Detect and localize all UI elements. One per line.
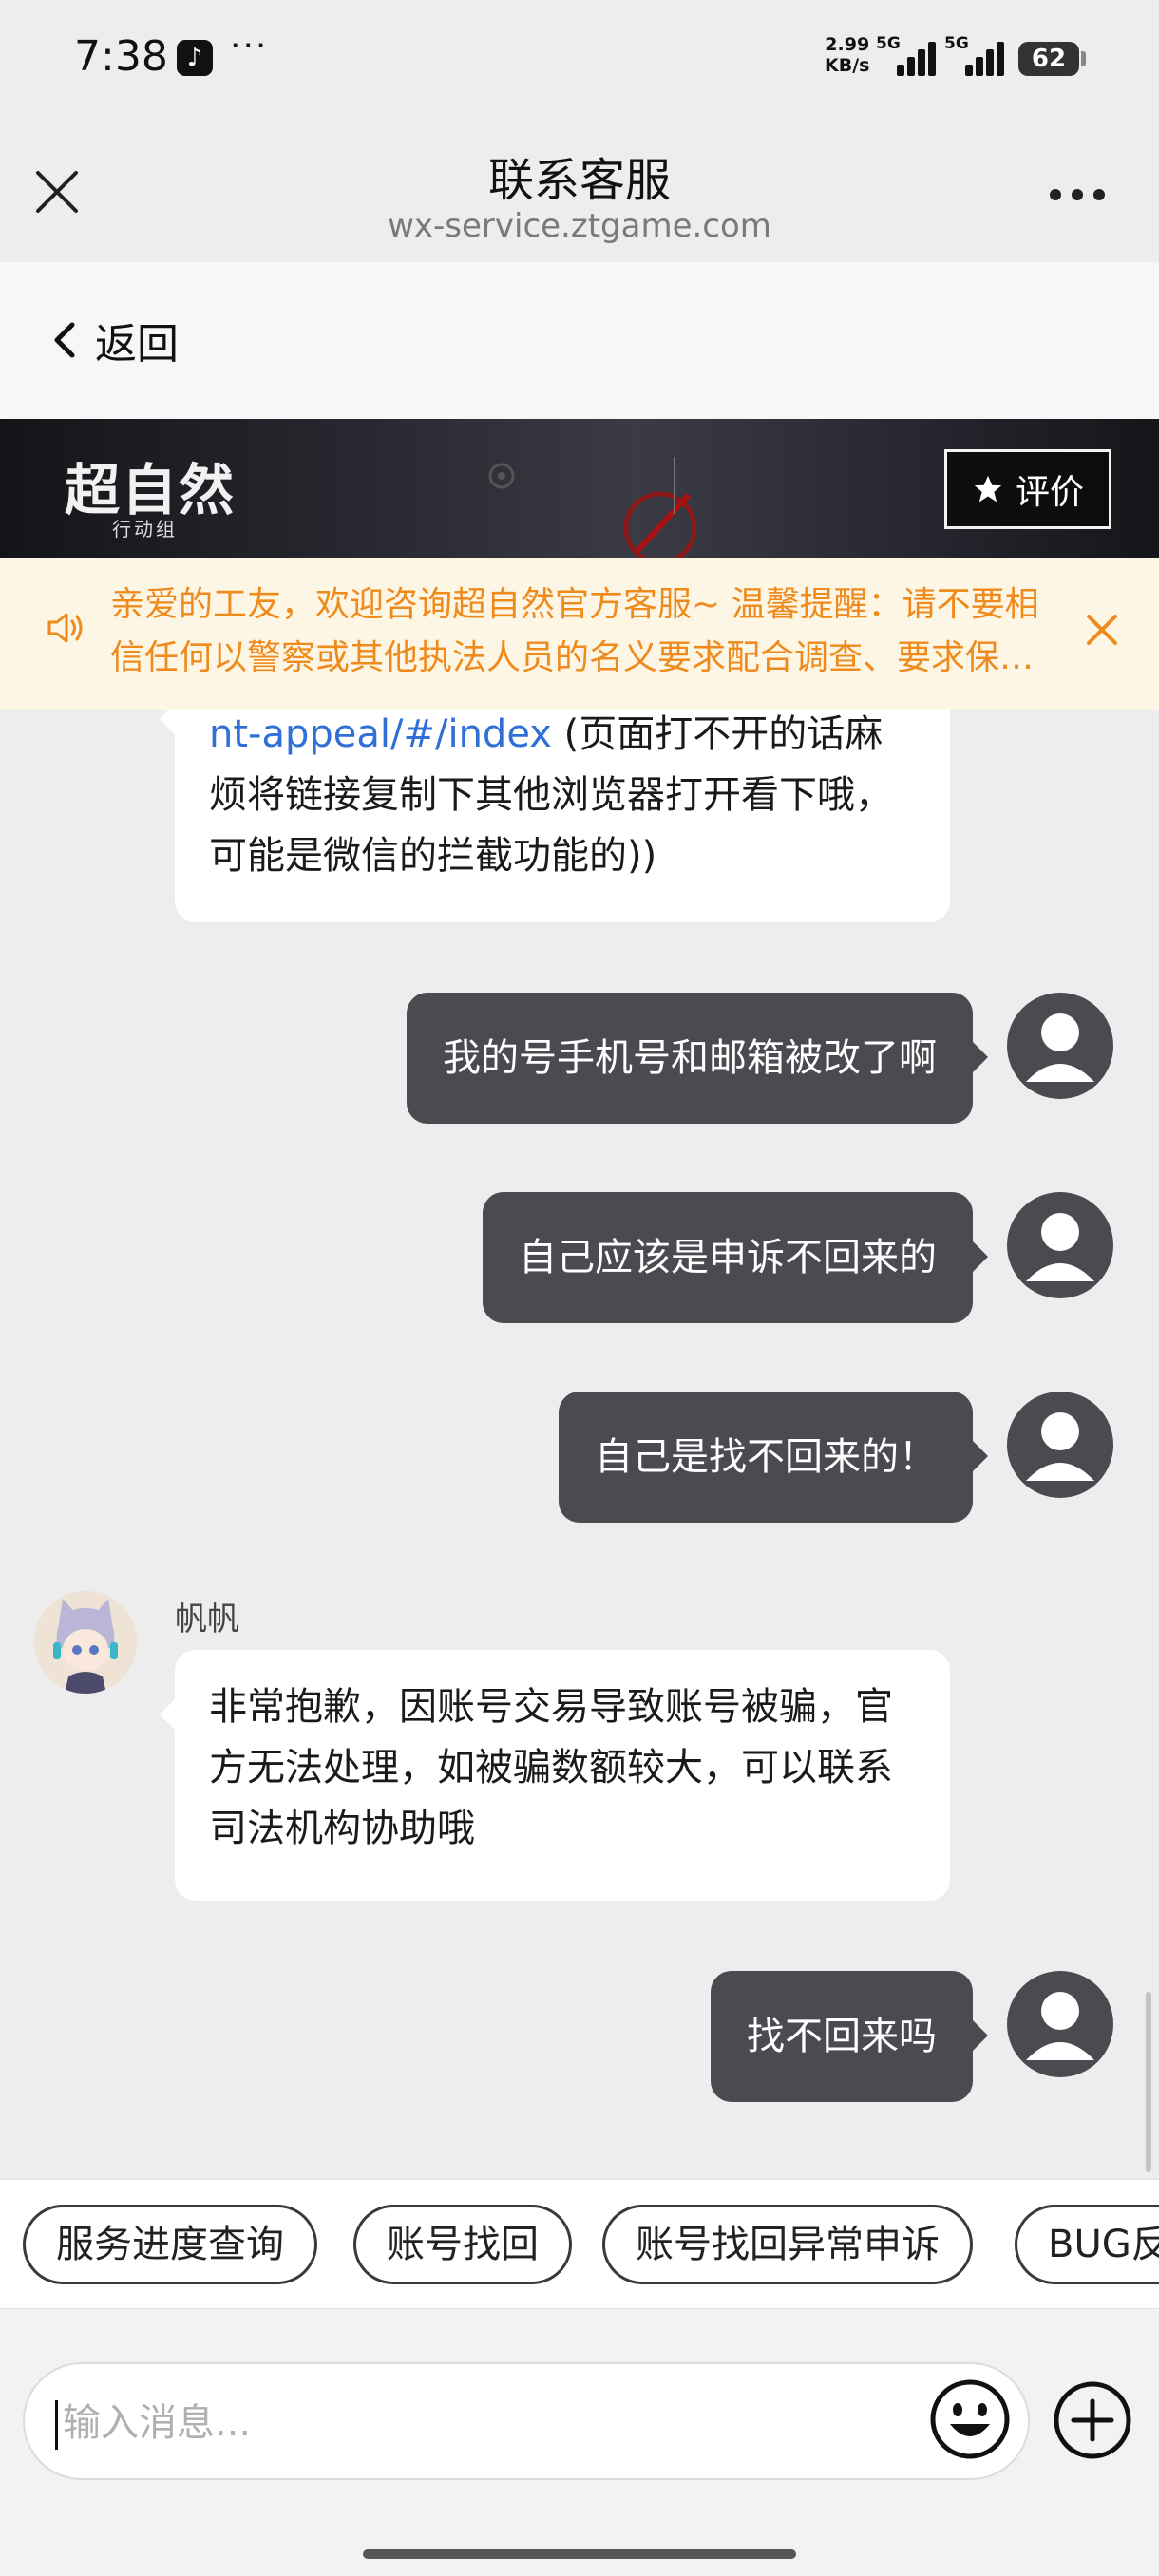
chat-scrollbar[interactable] bbox=[1146, 1992, 1151, 2172]
status-bar: 7:38 ♪ ··· 2.99 KB/s 5G 5G 62 bbox=[0, 0, 1159, 114]
signal-label: 5G bbox=[944, 34, 969, 53]
message-text: 我的号手机号和邮箱被改了啊 bbox=[443, 1036, 937, 1080]
nav-bar: 联系客服 wx-service.ztgame.com bbox=[0, 114, 1159, 262]
tiktok-icon: ♪ bbox=[177, 40, 213, 76]
battery-icon: 62 bbox=[1018, 42, 1079, 76]
quick-reply-service-progress[interactable]: 服务进度查询 bbox=[23, 2205, 317, 2284]
message-text: 非常抱歉，因账号交易导致账号被骗，官方无法处理，如被骗数额较大，可以联系司法机构… bbox=[209, 1685, 893, 1850]
battery-level: 62 bbox=[1031, 45, 1067, 73]
status-more-icon: ··· bbox=[230, 27, 269, 66]
signal-label: 5G bbox=[876, 34, 901, 53]
outgoing-message: 自己是找不回来的！ bbox=[559, 1392, 988, 1523]
incoming-message: 非常抱歉，因账号交易导致账号被骗，官方无法处理，如被骗数额较大，可以联系司法机构… bbox=[160, 1650, 950, 1901]
chat-area[interactable]: nt-appeal/#/index (页面打不开的话麻烦将链接复制下其他浏览器打… bbox=[0, 710, 1159, 2179]
user-avatar bbox=[1007, 993, 1113, 1099]
quick-reply-account-recovery[interactable]: 账号找回 bbox=[353, 2205, 572, 2284]
more-options-icon[interactable] bbox=[1049, 188, 1106, 201]
quick-reply-recovery-appeal[interactable]: 账号找回异常申诉 bbox=[602, 2205, 973, 2284]
emoji-icon[interactable] bbox=[929, 2378, 1011, 2460]
page-title: 联系客服 bbox=[487, 154, 671, 207]
signal-icon-sim1: 5G bbox=[876, 34, 936, 78]
game-banner: 超自然 行动组 评价 bbox=[0, 419, 1159, 558]
text-caret bbox=[55, 2400, 58, 2450]
home-indicator[interactable] bbox=[363, 2549, 796, 2559]
user-avatar bbox=[1007, 1192, 1113, 1298]
message-input-box[interactable] bbox=[23, 2362, 1030, 2480]
agent-name: 帆帆 bbox=[175, 1601, 239, 1638]
message-input[interactable] bbox=[63, 2393, 899, 2453]
star-icon bbox=[974, 475, 1002, 502]
user-avatar-icon bbox=[1026, 1412, 1094, 1481]
back-button[interactable]: 返回 bbox=[51, 312, 179, 369]
banner-seal-icon bbox=[623, 457, 697, 558]
appeal-link[interactable]: nt-appeal/#/index bbox=[209, 712, 552, 756]
user-avatar bbox=[1007, 1971, 1113, 2077]
quick-reply-bar: 服务进度查询 账号找回 账号找回异常申诉 BUG反 bbox=[0, 2179, 1159, 2308]
agent-avatar-icon bbox=[34, 1591, 137, 1694]
network-speed-value: 2.99 bbox=[825, 34, 870, 55]
network-speed-unit: KB/s bbox=[825, 55, 870, 76]
speaker-icon bbox=[48, 613, 83, 643]
quick-reply-bug-report[interactable]: BUG反 bbox=[1015, 2205, 1159, 2284]
outgoing-message: 我的号手机号和邮箱被改了啊 bbox=[407, 993, 988, 1124]
notice-text: 亲爱的工友，欢迎咨询超自然官方客服~ 温馨提醒：请不要相信任何以警察或其他执法人… bbox=[110, 585, 1039, 677]
back-bar: 返回 bbox=[0, 262, 1159, 419]
page-url: wx-service.ztgame.com bbox=[388, 207, 771, 245]
outgoing-message: 找不回来吗 bbox=[711, 1971, 988, 2102]
status-time: 7:38 bbox=[74, 32, 168, 81]
game-logo-subtitle: 行动组 bbox=[112, 518, 178, 540]
outgoing-message: 自己应该是申诉不回来的 bbox=[483, 1192, 988, 1323]
back-label: 返回 bbox=[95, 320, 179, 369]
user-avatar-icon bbox=[1026, 1013, 1094, 1082]
battery-tip bbox=[1081, 51, 1086, 66]
rate-button[interactable]: 评价 bbox=[944, 449, 1112, 529]
home-indicator-area bbox=[0, 2498, 1159, 2576]
incoming-message: nt-appeal/#/index (页面打不开的话麻烦将链接复制下其他浏览器打… bbox=[160, 710, 950, 922]
network-speed: 2.99 KB/s bbox=[825, 34, 869, 76]
signal-icon-sim2: 5G bbox=[944, 34, 1004, 78]
chevron-left-icon bbox=[54, 322, 75, 358]
rate-label: 评价 bbox=[1015, 473, 1084, 512]
plus-icon[interactable] bbox=[1053, 2380, 1132, 2460]
notice-bar: 亲爱的工友，欢迎咨询超自然官方客服~ 温馨提醒：请不要相信任何以警察或其他执法人… bbox=[0, 558, 1159, 710]
agent-avatar bbox=[34, 1591, 137, 1694]
banner-decor-icon bbox=[488, 463, 515, 489]
message-text: 找不回来吗 bbox=[747, 2015, 937, 2058]
user-avatar-icon bbox=[1026, 1213, 1094, 1281]
message-text: 自己是找不回来的！ bbox=[595, 1435, 937, 1479]
message-text: 自己应该是申诉不回来的 bbox=[519, 1236, 937, 1279]
user-avatar-icon bbox=[1026, 1992, 1094, 2060]
notice-close-icon[interactable] bbox=[1083, 611, 1121, 649]
user-avatar bbox=[1007, 1392, 1113, 1498]
